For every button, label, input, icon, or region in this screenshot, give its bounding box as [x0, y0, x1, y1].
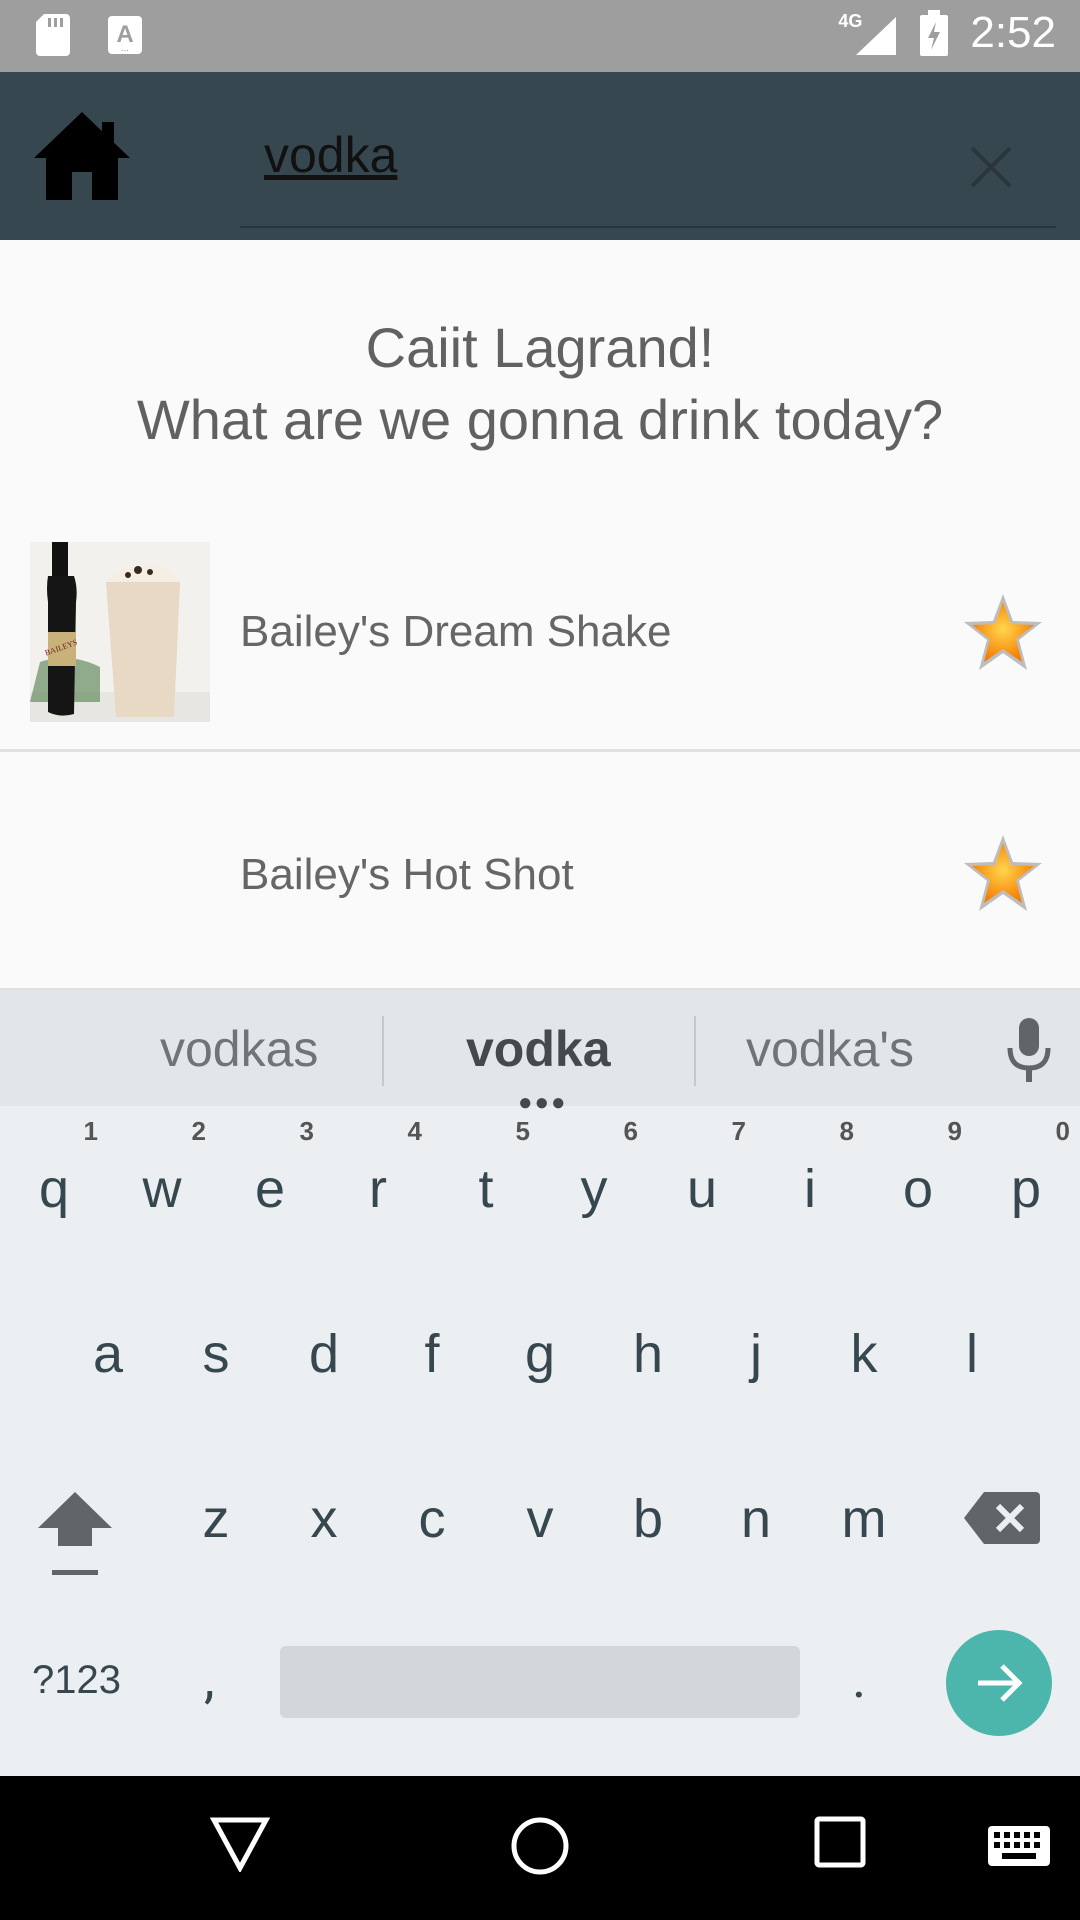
key-u[interactable]: 7u [652, 1116, 752, 1220]
clock: 2:52 [970, 8, 1056, 57]
system-nav-bar [0, 1776, 1080, 1920]
key-l[interactable]: l [922, 1323, 1022, 1385]
drink-title: Bailey's Dream Shake [240, 607, 672, 656]
screen: A... 4G 2:52 Caiit Lagrand! Wha [0, 0, 1080, 1920]
shift-arrow-icon [38, 1492, 112, 1575]
clear-search-button[interactable] [966, 142, 1016, 192]
greeting-question: What are we gonna drink today? [136, 388, 944, 451]
battery-charging-icon [920, 10, 949, 56]
suggestion-left[interactable]: vodkas [160, 1020, 318, 1078]
backspace-icon [964, 1492, 1040, 1544]
key-q[interactable]: 1q [4, 1116, 104, 1220]
star-icon [964, 594, 1042, 670]
back-button[interactable] [209, 1816, 271, 1876]
key-w[interactable]: 2w [112, 1116, 212, 1220]
home-nav-button[interactable] [510, 1816, 570, 1880]
key-h[interactable]: h [598, 1323, 698, 1385]
microphone-icon [1007, 1018, 1051, 1082]
home-icon [34, 112, 130, 200]
key-a[interactable]: a [58, 1323, 158, 1385]
key-p[interactable]: 0p [976, 1116, 1076, 1220]
key-s[interactable]: s [166, 1323, 266, 1385]
key-m[interactable]: m [814, 1488, 914, 1550]
drink-thumbnail: BAILEYS [30, 542, 210, 722]
comma-key[interactable]: , [204, 1648, 215, 1711]
key-e[interactable]: 3e [220, 1116, 320, 1220]
key-t[interactable]: 5t [436, 1116, 536, 1220]
enter-key[interactable] [946, 1630, 1052, 1736]
key-o[interactable]: 9o [868, 1116, 968, 1220]
spacebar[interactable] [280, 1646, 800, 1718]
greeting-name: Caiit Lagrand! [365, 316, 715, 379]
key-c[interactable]: c [382, 1488, 482, 1550]
recents-button[interactable] [814, 1816, 866, 1872]
key-x[interactable]: x [274, 1488, 374, 1550]
key-j[interactable]: j [706, 1323, 806, 1385]
keyboard-switch-button[interactable] [988, 1826, 1050, 1870]
search-input[interactable] [264, 126, 864, 184]
back-triangle-icon [209, 1817, 271, 1874]
svg-text:...: ... [121, 43, 129, 54]
key-i[interactable]: 8i [760, 1116, 860, 1220]
keyboard-icon [988, 1826, 1050, 1866]
font-a-icon: A... [108, 16, 142, 54]
key-z[interactable]: z [166, 1488, 266, 1550]
search-field[interactable] [240, 112, 1056, 228]
key-b[interactable]: b [598, 1488, 698, 1550]
key-f[interactable]: f [382, 1323, 482, 1385]
voice-input-button[interactable] [1004, 1018, 1054, 1084]
key-k[interactable]: k [814, 1323, 914, 1385]
star-icon [964, 835, 1042, 911]
shift-key[interactable] [36, 1488, 114, 1578]
suggestion-divider [382, 1016, 384, 1086]
status-bar: A... 4G 2:52 [0, 0, 1080, 72]
list-item[interactable]: BAILEYS Bailey's Dream Shake [0, 512, 1080, 752]
suggestion-right[interactable]: vodka's [746, 1020, 914, 1078]
key-d[interactable]: d [274, 1323, 374, 1385]
home-circle-icon [511, 1817, 569, 1875]
favorite-button[interactable] [962, 592, 1044, 674]
more-suggestions-dots[interactable]: ●●● [518, 1088, 568, 1117]
home-button[interactable] [32, 108, 132, 204]
arrow-right-icon [978, 1664, 1023, 1702]
recents-square-icon [814, 1816, 866, 1868]
key-n[interactable]: n [706, 1488, 806, 1550]
backspace-key[interactable] [962, 1488, 1042, 1548]
suggestion-strip: vodkas vodka ●●● vodka's [0, 988, 1080, 1116]
soft-keyboard: vodkas vodka ●●● vodka's 1q 2w 3e 4r 5t … [0, 988, 1080, 1776]
favorite-button[interactable] [962, 833, 1044, 915]
drink-title: Bailey's Hot Shot [240, 850, 574, 899]
symbols-key[interactable]: ?123 [32, 1658, 121, 1703]
signal-icon: 4G [838, 11, 898, 55]
app-toolbar [0, 72, 1080, 240]
suggestion-center[interactable]: vodka [466, 1020, 611, 1078]
period-key[interactable]: . [852, 1648, 866, 1711]
key-g[interactable]: g [490, 1323, 590, 1385]
list-item[interactable]: Bailey's Hot Shot [0, 755, 1080, 987]
key-r[interactable]: 4r [328, 1116, 428, 1220]
greeting: Caiit Lagrand! What are we gonna drink t… [0, 312, 1080, 456]
close-icon [970, 146, 1012, 188]
key-v[interactable]: v [490, 1488, 590, 1550]
sd-card-icon [36, 14, 70, 56]
suggestion-divider [694, 1016, 696, 1086]
key-y[interactable]: 6y [544, 1116, 644, 1220]
